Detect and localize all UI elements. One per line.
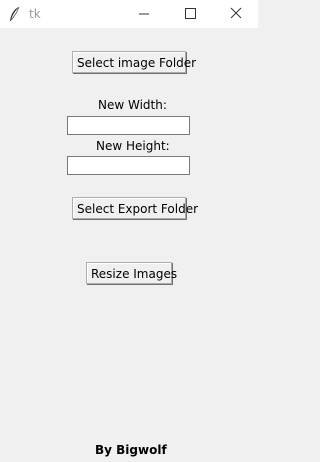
window-title: tk (29, 7, 41, 21)
resize-images-button[interactable]: Resize Images (86, 262, 177, 284)
new-height-input[interactable] (67, 156, 190, 175)
minimize-button[interactable] (121, 0, 167, 28)
select-export-folder-button[interactable]: Select Export Folder (72, 197, 198, 219)
new-width-label: New Width: (98, 98, 167, 112)
maximize-button[interactable] (167, 0, 213, 28)
close-icon (230, 7, 242, 19)
new-width-input[interactable] (67, 116, 190, 135)
minimize-icon (139, 13, 149, 15)
close-button[interactable] (212, 0, 258, 28)
credit-text: By Bigwolf (95, 443, 167, 457)
select-image-folder-button[interactable]: Select image Folder (72, 51, 196, 73)
new-height-label: New Height: (96, 139, 170, 153)
maximize-icon (185, 8, 196, 19)
title-bar[interactable]: tk (0, 0, 258, 28)
feather-icon (8, 6, 22, 22)
